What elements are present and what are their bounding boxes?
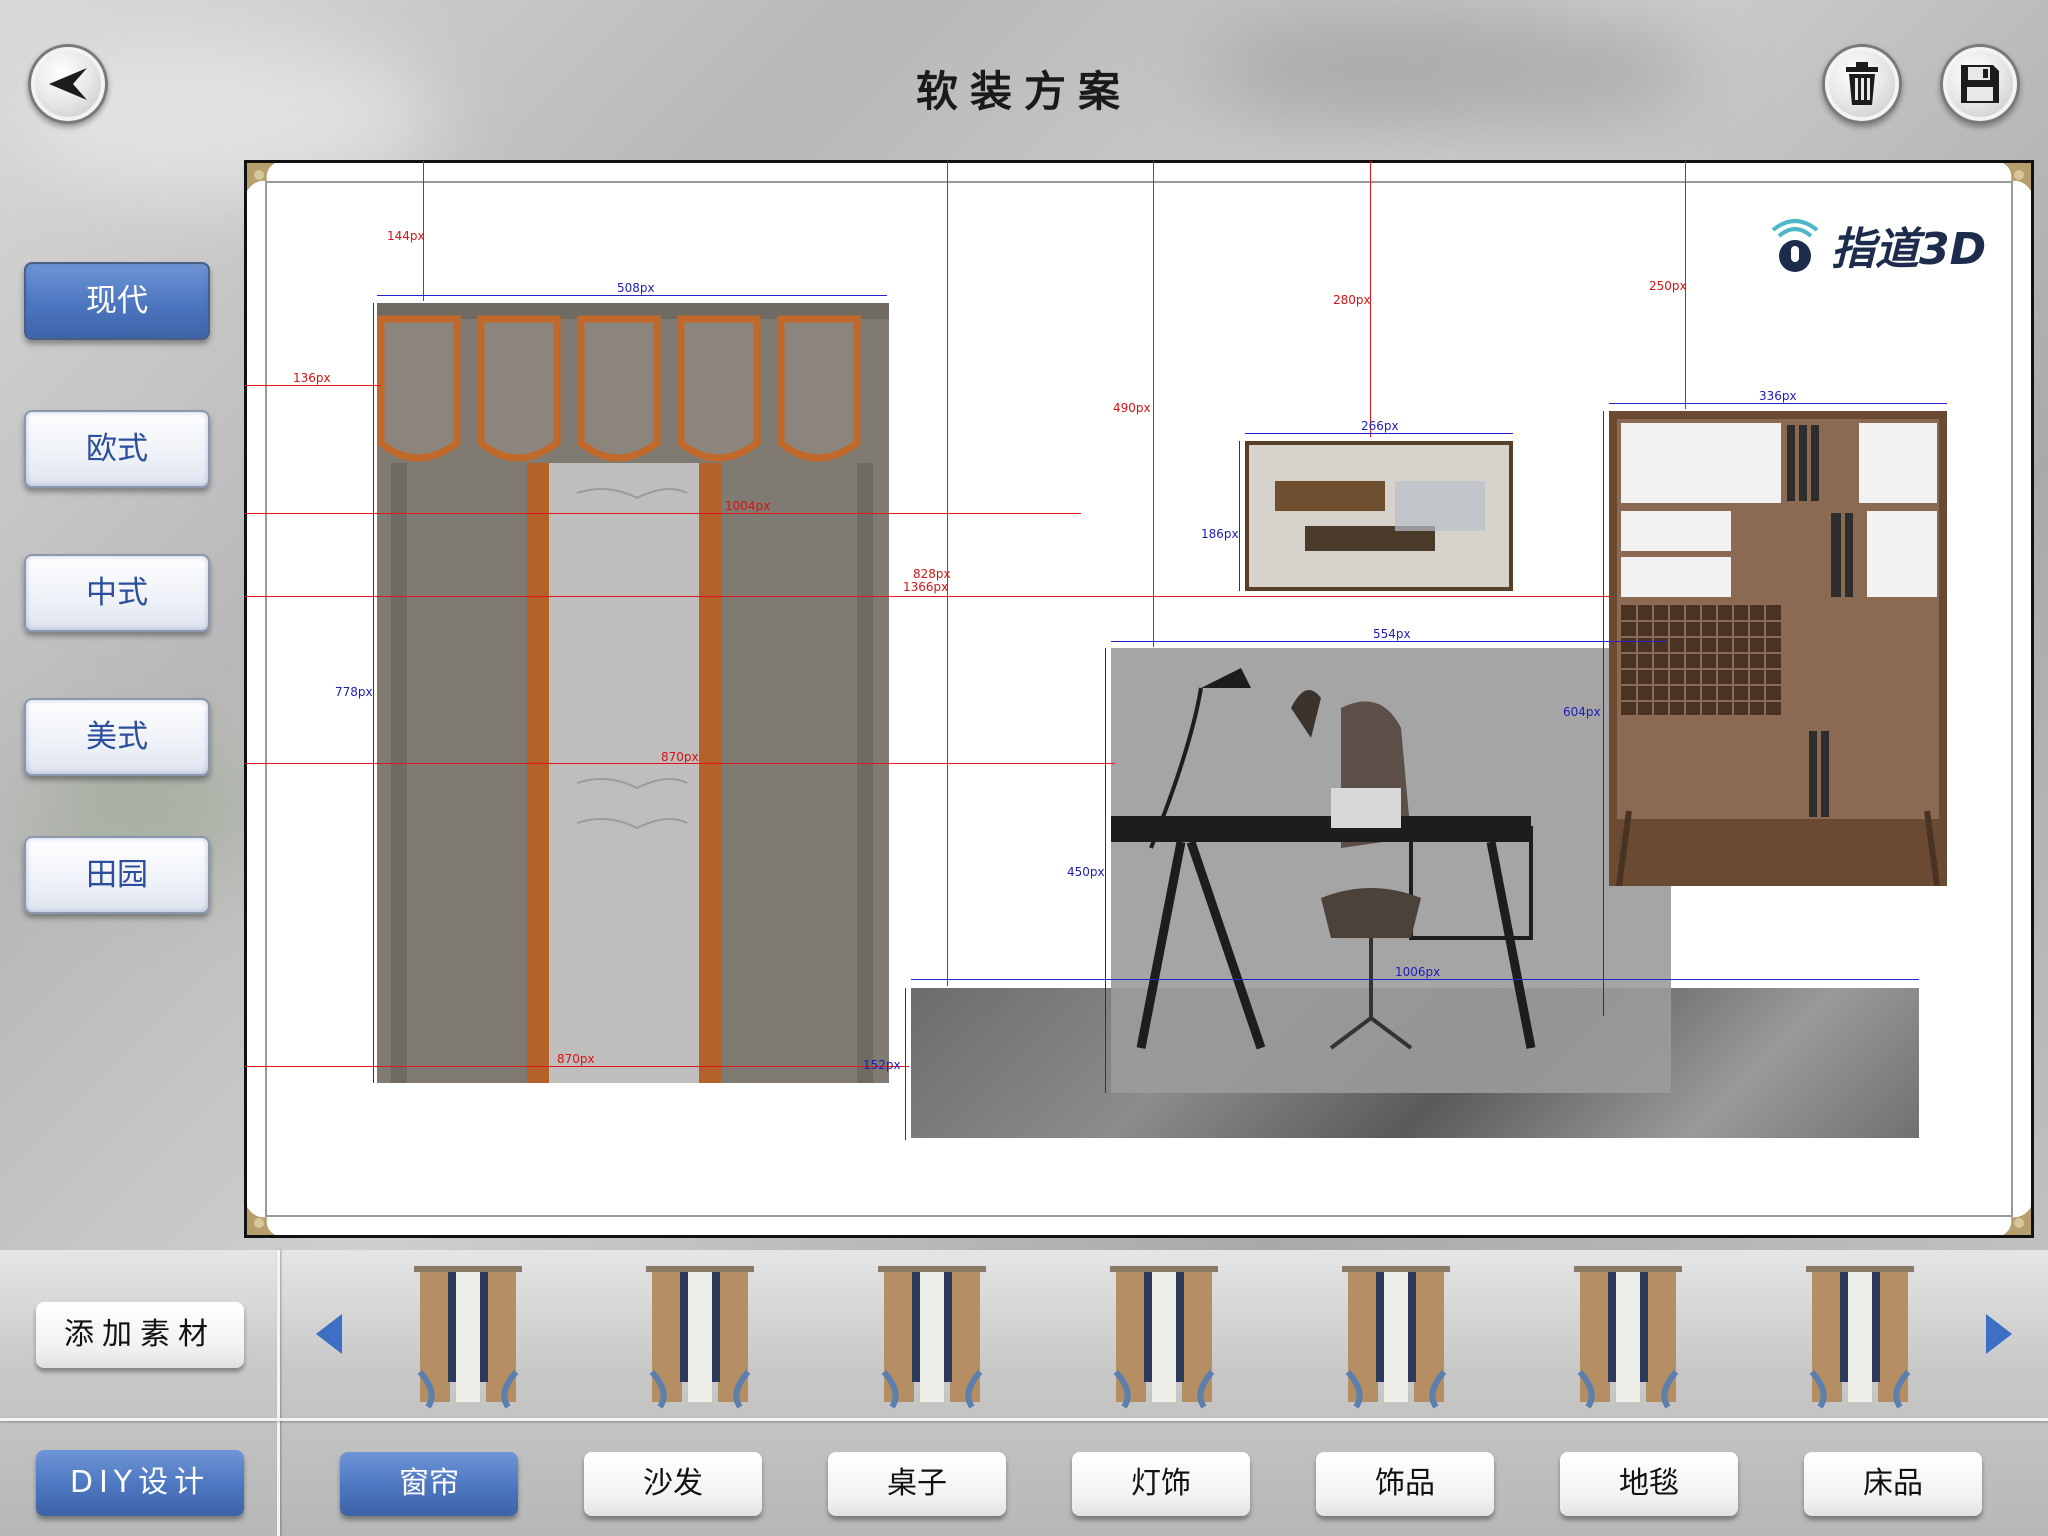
dimension-label: 186px [1201, 527, 1239, 541]
style-button-european[interactable]: 欧式 [24, 410, 210, 488]
dimension-label: 250px [1649, 279, 1687, 293]
floppy-disk-icon [1961, 65, 1999, 103]
curtain-thumbnail[interactable] [1104, 1262, 1224, 1412]
category-rug[interactable]: 地毯 [1560, 1452, 1738, 1516]
curtain-thumbnail[interactable] [408, 1262, 528, 1412]
category-curtain[interactable]: 窗帘 [340, 1452, 518, 1516]
dimension-label: 266px [1361, 419, 1399, 433]
dimension-label: 870px [557, 1052, 595, 1066]
category-sofa[interactable]: 沙发 [584, 1452, 762, 1516]
dimension-label: 870px [661, 750, 699, 764]
painting-image[interactable] [1245, 441, 1513, 591]
dimension-label: 1004px [725, 499, 771, 513]
page-title: 软装方案 [915, 67, 1132, 116]
bookshelf-image[interactable] [1609, 411, 1947, 886]
dimension-label: 828px [913, 567, 951, 581]
curtain-thumbnail[interactable] [1568, 1262, 1688, 1412]
curtain-thumbnail[interactable] [1336, 1262, 1456, 1412]
curtain-thumbnail[interactable] [640, 1262, 760, 1412]
corner-ornament-icon [247, 1207, 275, 1235]
dimension-label: 1366px [903, 580, 949, 594]
corner-ornament-icon [247, 163, 275, 191]
corner-ornament-icon [2003, 1207, 2031, 1235]
delete-button[interactable] [1822, 44, 1902, 124]
panel-divider [277, 1250, 280, 1536]
dimension-label: 554px [1373, 627, 1411, 641]
dimension-label: 508px [617, 281, 655, 295]
dimension-label: 280px [1333, 293, 1371, 307]
style-button-chinese[interactable]: 中式 [24, 554, 210, 632]
add-material-button[interactable]: 添加素材 [36, 1302, 244, 1368]
left-triangle-icon[interactable] [314, 1312, 344, 1356]
dimension-label: 144px [387, 229, 425, 243]
style-button-american[interactable]: 美式 [24, 698, 210, 776]
category-bedding[interactable]: 床品 [1804, 1452, 1982, 1516]
dimension-label: 136px [293, 371, 331, 385]
dimension-label: 604px [1563, 705, 1601, 719]
corner-ornament-icon [2003, 163, 2031, 191]
diy-design-button[interactable]: DIY设计 [36, 1450, 244, 1516]
save-button[interactable] [1940, 44, 2020, 124]
dimension-label: 1006px [1395, 965, 1441, 979]
trash-icon [1846, 62, 1878, 105]
curtain-image[interactable] [377, 303, 889, 1083]
brand-logo-icon [1771, 219, 1819, 272]
curtain-thumbnail[interactable] [1800, 1262, 1920, 1412]
style-button-modern[interactable]: 现代 [24, 262, 210, 340]
design-canvas[interactable]: 指道3D 144px 508px 136px 1004px 778px 870p… [244, 160, 2034, 1238]
dimension-label: 450px [1067, 865, 1105, 879]
curtain-thumbnail[interactable] [872, 1262, 992, 1412]
style-button-pastoral[interactable]: 田园 [24, 836, 210, 914]
dimension-label: 152px [863, 1058, 901, 1072]
panel-divider [0, 1418, 2048, 1421]
dimension-label: 336px [1759, 389, 1797, 403]
material-panel [0, 1250, 2048, 1536]
dimension-label: 490px [1113, 401, 1151, 415]
category-decor[interactable]: 饰品 [1316, 1452, 1494, 1516]
category-lighting[interactable]: 灯饰 [1072, 1452, 1250, 1516]
brand-logo: 指道3D [1767, 213, 1986, 277]
brand-logo-text: 指道3D [1831, 224, 1987, 275]
category-table[interactable]: 桌子 [828, 1452, 1006, 1516]
right-triangle-icon[interactable] [1984, 1312, 2014, 1356]
dimension-label: 778px [335, 685, 373, 699]
